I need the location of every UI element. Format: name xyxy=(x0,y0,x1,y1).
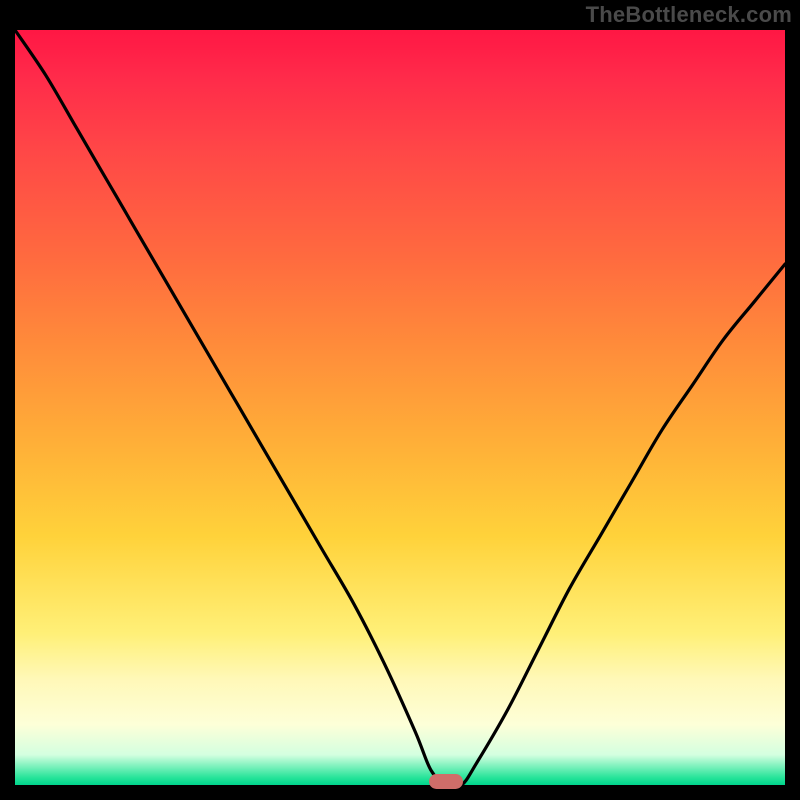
bottleneck-curve-path xyxy=(15,30,785,787)
chart-frame: TheBottleneck.com xyxy=(0,0,800,800)
plot-container xyxy=(15,30,785,785)
bottleneck-curve-svg xyxy=(15,30,785,785)
optimal-match-marker xyxy=(429,774,463,789)
watermark-text: TheBottleneck.com xyxy=(586,2,792,28)
